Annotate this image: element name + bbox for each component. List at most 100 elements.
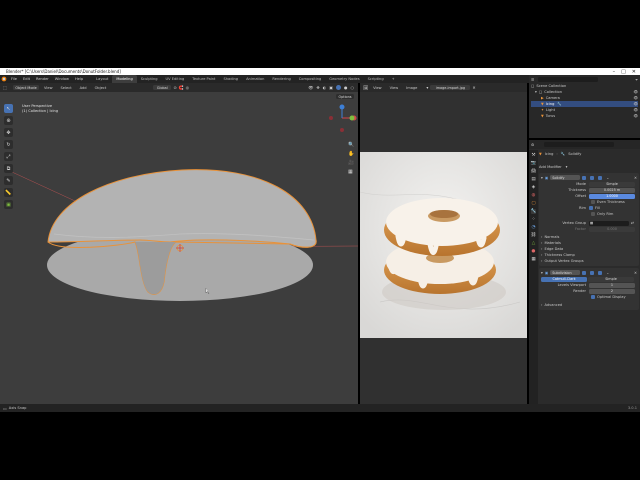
render-toggle-icon[interactable] xyxy=(598,175,603,180)
even-thickness-checkbox[interactable] xyxy=(591,200,595,204)
snap-icon[interactable]: 🧲 xyxy=(179,85,184,90)
image-name-field[interactable]: image-import.jpg xyxy=(430,85,471,90)
scale-tool-icon[interactable]: ⤢ xyxy=(4,152,13,161)
visibility-icon[interactable]: 👁 xyxy=(633,96,638,100)
viewport-menu-add[interactable]: Add xyxy=(77,84,90,92)
image-close-icon[interactable]: ✕ xyxy=(472,85,475,90)
visibility-icon[interactable]: 👁 xyxy=(633,102,638,106)
data-tab-icon[interactable]: △ xyxy=(532,241,535,246)
scene-tab-icon[interactable]: ◈ xyxy=(532,185,535,190)
add-cube-tool-icon[interactable]: ▣ xyxy=(4,200,13,209)
view-layer-tab-icon[interactable]: ▤ xyxy=(531,177,535,182)
properties-type-icon[interactable]: ⚙ xyxy=(531,143,534,147)
measure-tool-icon[interactable]: 📏 xyxy=(4,188,13,197)
menu-edit[interactable]: Edit xyxy=(20,75,33,83)
subpanel-output-vertex-groups[interactable]: › Output Vertex Groups xyxy=(541,258,637,264)
modifier-remove-icon[interactable]: ✕ xyxy=(634,271,637,275)
tab-modeling[interactable]: Modeling xyxy=(112,75,137,83)
rotate-tool-icon[interactable]: ↻ xyxy=(4,140,13,149)
annotate-tool-icon[interactable]: ✎ xyxy=(4,176,13,185)
subpanel-advanced[interactable]: › Advanced xyxy=(541,302,637,308)
viewport-menu-view[interactable]: View xyxy=(41,84,56,92)
viewport-toggle-icon[interactable] xyxy=(590,175,595,180)
render-toggle-icon[interactable] xyxy=(598,270,603,275)
viewport-menu-select[interactable]: Select xyxy=(58,84,75,92)
particles-tab-icon[interactable]: ⁘ xyxy=(532,217,536,222)
tab-texture-paint[interactable]: Texture Paint xyxy=(188,75,219,83)
fill-checkbox[interactable] xyxy=(589,206,593,210)
image-menu-image[interactable]: Image xyxy=(403,84,420,92)
render-tab-icon[interactable]: 📷 xyxy=(531,161,537,166)
add-modifier-dropdown[interactable]: Add Modifier ▾ xyxy=(539,163,639,171)
collapse-icon[interactable]: ▾ xyxy=(541,176,543,180)
solidify-offset-field[interactable]: 1.0000 xyxy=(589,193,635,199)
simple-button[interactable]: Simple xyxy=(588,276,634,282)
modifier-menu-icon[interactable]: ⌄ xyxy=(606,176,609,180)
proportional-edit-icon[interactable]: ◎ xyxy=(186,85,190,90)
xray-icon[interactable]: ▣ xyxy=(329,85,333,90)
editmode-toggle-icon[interactable] xyxy=(582,270,587,275)
3d-viewport[interactable]: User Perspective (1) Collection | Icing … xyxy=(0,92,358,404)
visibility-icon[interactable]: 👁 xyxy=(633,114,638,118)
menu-help[interactable]: Help xyxy=(72,75,86,83)
tab-shading[interactable]: Shading xyxy=(219,75,242,83)
constraints-tab-icon[interactable]: ⛓ xyxy=(531,233,537,238)
transform-tool-icon[interactable]: ⧉ xyxy=(4,164,13,173)
mode-dropdown[interactable]: Object Mode xyxy=(13,85,39,90)
cursor-tool-icon[interactable]: ⊕ xyxy=(4,116,13,125)
modifier-tab-icon[interactable]: 🔧 xyxy=(530,209,537,214)
icing-mesh[interactable] xyxy=(0,92,358,404)
solidify-thickness-field[interactable]: 0.0025 m xyxy=(589,187,635,193)
outliner-row-torus[interactable]: ▼ Torus 👁 xyxy=(531,113,638,119)
shading-material-icon[interactable]: ● xyxy=(344,85,348,90)
modifier-menu-icon[interactable]: ⌄ xyxy=(606,271,609,275)
render-levels-field[interactable]: 2 xyxy=(589,288,635,294)
editmode-toggle-icon[interactable] xyxy=(582,175,587,180)
shading-rendered-icon[interactable]: ○ xyxy=(351,85,355,90)
visibility-icon[interactable]: 👁 xyxy=(308,85,313,90)
tab-rendering[interactable]: Rendering xyxy=(268,75,294,83)
image-menu-view-mode[interactable]: View xyxy=(370,84,385,92)
tab-animation[interactable]: Animation xyxy=(242,75,268,83)
viewport-toggle-icon[interactable] xyxy=(590,270,595,275)
world-tab-icon[interactable]: ◍ xyxy=(532,193,536,198)
only-rim-checkbox[interactable] xyxy=(591,212,595,216)
editor-type-icon[interactable]: ⬚ xyxy=(3,85,11,90)
minimize-icon[interactable]: – xyxy=(613,69,616,75)
outliner-type-icon[interactable]: ☰ xyxy=(531,78,534,82)
tab-scripting[interactable]: Scripting xyxy=(364,75,388,83)
tab-geometry-nodes[interactable]: Geometry Nodes xyxy=(325,75,363,83)
shading-solid-icon[interactable] xyxy=(336,85,341,90)
levels-viewport-field[interactable]: 1 xyxy=(589,282,635,288)
viewport-menu-object[interactable]: Object xyxy=(92,84,110,92)
filter-icon[interactable]: ⏷ xyxy=(635,78,638,82)
blender-logo-icon[interactable] xyxy=(0,75,8,83)
tool-tab-icon[interactable]: ⚒ xyxy=(531,153,535,158)
output-tab-icon[interactable]: 🖨 xyxy=(531,169,537,174)
properties-search-field[interactable] xyxy=(544,142,615,147)
subdivision-panel-header[interactable]: ▾ ▣ Subdivision ⌄ ✕ xyxy=(541,269,637,276)
physics-tab-icon[interactable]: ◔ xyxy=(532,225,536,230)
gizmo-icon[interactable]: ✥ xyxy=(316,85,319,90)
image-editor-type-icon[interactable]: 🖼 xyxy=(363,85,368,90)
optimal-display-row[interactable]: Optimal Display xyxy=(541,294,637,300)
material-tab-icon[interactable]: ● xyxy=(532,249,536,254)
expand-icon[interactable]: ▾ xyxy=(535,90,537,94)
tab-sculpting[interactable]: Sculpting xyxy=(137,75,162,83)
solidify-name-field[interactable]: Solidify xyxy=(550,175,581,180)
tab-layout[interactable]: Layout xyxy=(92,75,112,83)
solidify-mode-dropdown[interactable]: Simple xyxy=(589,181,635,187)
close-icon[interactable]: ✕ xyxy=(632,69,636,75)
object-tab-icon[interactable]: ▢ xyxy=(531,201,535,206)
catmull-clark-button[interactable]: Catmull-Clark xyxy=(541,276,587,282)
subdivision-name-field[interactable]: Subdivision xyxy=(550,270,581,275)
visibility-icon[interactable]: 👁 xyxy=(633,108,638,112)
image-browse-icon[interactable]: ▾ xyxy=(426,85,428,90)
invert-icon[interactable]: ⇄ xyxy=(631,221,634,225)
outliner-search-field[interactable] xyxy=(538,77,599,82)
menu-render[interactable]: Render xyxy=(33,75,52,83)
select-tool-icon[interactable]: ↖ xyxy=(4,104,13,113)
collapse-icon[interactable]: ▾ xyxy=(541,271,543,275)
maximize-icon[interactable]: □ xyxy=(621,69,626,75)
only-rim-row[interactable]: Only Rim xyxy=(541,211,637,217)
